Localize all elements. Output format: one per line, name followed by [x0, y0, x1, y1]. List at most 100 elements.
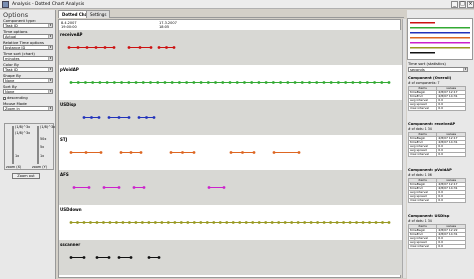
chart-dot: [373, 81, 376, 84]
chart-dot: [90, 116, 93, 119]
row-label: USDisp: [60, 102, 76, 107]
usdisp-stats-table: items values timeBegin 4/8/07 12:22 timeEn…: [407, 224, 466, 249]
chart-dot: [69, 151, 73, 154]
chart-dot: [228, 81, 232, 84]
sort-by-value: None: [5, 90, 15, 94]
chart-dot: [257, 221, 261, 224]
sort-by-select[interactable]: None ▾: [3, 89, 53, 94]
checkbox-box: [3, 97, 6, 100]
chart-dot: [76, 46, 80, 49]
window-titlebar: Analysis - Dotted Chart Analysis _ □ ×: [0, 0, 474, 9]
overview-row: [410, 42, 470, 44]
options-panel: Options Component type: Task ID ▾ Time op…: [0, 10, 56, 279]
chart-dot: [241, 151, 244, 154]
chart-dot: [163, 81, 167, 84]
chart-dot: [134, 81, 138, 84]
chart-dot: [277, 221, 281, 224]
zoom-out-button[interactable]: Zoom out: [12, 173, 40, 179]
chart-dot: [95, 221, 99, 224]
chart-dot: [147, 221, 151, 224]
chart-dot: [129, 256, 133, 259]
chart-dot: [173, 221, 177, 224]
time-options-select[interactable]: Actual ▾: [3, 34, 53, 39]
row-value: 0.0: [436, 152, 466, 157]
component-type-select[interactable]: Task ID ▾: [3, 23, 53, 28]
chart-dot: [119, 151, 123, 154]
chart-dot: [244, 221, 248, 224]
chart-dot: [132, 186, 136, 189]
chart-dot: [95, 256, 99, 259]
maximize-button[interactable]: □: [459, 1, 466, 8]
mouse-mode-value: Zoom in: [5, 107, 20, 111]
relative-time-select[interactable]: Instance ID ▾: [3, 45, 53, 50]
chart-dot: [89, 221, 92, 224]
chart-dot: [212, 221, 216, 224]
window-title: Analysis - Dotted Chart Analysis: [12, 2, 85, 7]
overall-count: # of components: 7: [408, 81, 440, 85]
usdisp-count: # of dots: 1 34: [408, 219, 432, 223]
chart-dot: [69, 81, 73, 84]
axis-time-label: 18:05: [159, 25, 169, 29]
chart-dot: [272, 151, 276, 154]
chart-dot: [322, 81, 326, 84]
chart-dot: [107, 256, 111, 259]
table-row: max interval 0.0: [407, 152, 466, 157]
chart-dot: [172, 46, 176, 49]
chart-dot: [91, 81, 95, 84]
chart-dot: [348, 221, 352, 224]
close-button[interactable]: ×: [467, 1, 474, 8]
component-overall-title: Component (Overall): [408, 76, 452, 80]
zoom-x-slider[interactable]: [12, 126, 14, 164]
chart-dot: [69, 221, 73, 224]
axis-time-label: 19:00:00: [61, 25, 77, 29]
chart-overview[interactable]: [407, 18, 473, 60]
overview-row: [410, 27, 470, 29]
chart-dot: [355, 221, 358, 224]
stat-time-sort-select[interactable]: seconds ▾: [408, 67, 468, 72]
row-item: max interval: [407, 106, 438, 111]
chart-dot: [192, 151, 196, 154]
chart-dot: [103, 46, 107, 49]
chart-dot: [76, 221, 79, 224]
time-sort-select[interactable]: minutes ▾: [3, 56, 53, 61]
dotted-chart[interactable]: 8.4.2007 19:00:00 17.3.2007 18:05 receiveAP p…: [58, 19, 402, 278]
stat-time-sort-value: seconds: [410, 68, 425, 72]
minimize-button[interactable]: _: [451, 1, 458, 8]
zoom-controls: (1/8)^3x (1/8)^3x (1/8)^3x 50x 5x 1x 1x …: [4, 123, 55, 170]
chevron-down-icon: ▾: [48, 34, 52, 38]
chart-dot: [243, 81, 246, 84]
chart-dot: [112, 46, 116, 49]
chart-dot: [238, 221, 242, 224]
row-item: max interval: [407, 152, 438, 157]
mouse-mode-select[interactable]: Zoom in ▾: [3, 106, 53, 111]
descending-checkbox[interactable]: descending: [3, 96, 28, 100]
chart-dot: [153, 221, 157, 224]
overview-row: [410, 32, 470, 34]
color-by-select[interactable]: Task ID ▾: [3, 67, 53, 72]
time-sort-value: minutes: [5, 57, 20, 61]
zoom-y-label: zoom (Y): [32, 165, 48, 169]
row-value: 0.0: [436, 106, 466, 111]
chart-dot: [368, 221, 371, 224]
chart-dot: [149, 81, 152, 84]
row-value: 0.0: [436, 198, 466, 203]
chart-dot: [156, 81, 160, 84]
chart-dot: [231, 221, 235, 224]
zoom-y-slider[interactable]: [37, 126, 39, 164]
chart-dot: [380, 81, 384, 84]
overview-row: [410, 47, 470, 49]
chart-dot: [179, 221, 183, 224]
chart-dot: [199, 81, 203, 84]
chart-dot: [134, 221, 138, 224]
chart-dot: [186, 221, 190, 224]
tab-settings[interactable]: Settings: [86, 10, 111, 18]
chart-dot: [107, 116, 111, 119]
shape-by-select[interactable]: None ▾: [3, 78, 53, 83]
chart-scrollbar[interactable]: [402, 19, 406, 278]
chart-dot: [358, 81, 362, 84]
chart-dot: [87, 186, 91, 189]
chart-dot: [98, 81, 102, 84]
chevron-down-icon: ▾: [48, 89, 52, 93]
overview-row: [410, 52, 435, 54]
chart-dot: [102, 186, 106, 189]
